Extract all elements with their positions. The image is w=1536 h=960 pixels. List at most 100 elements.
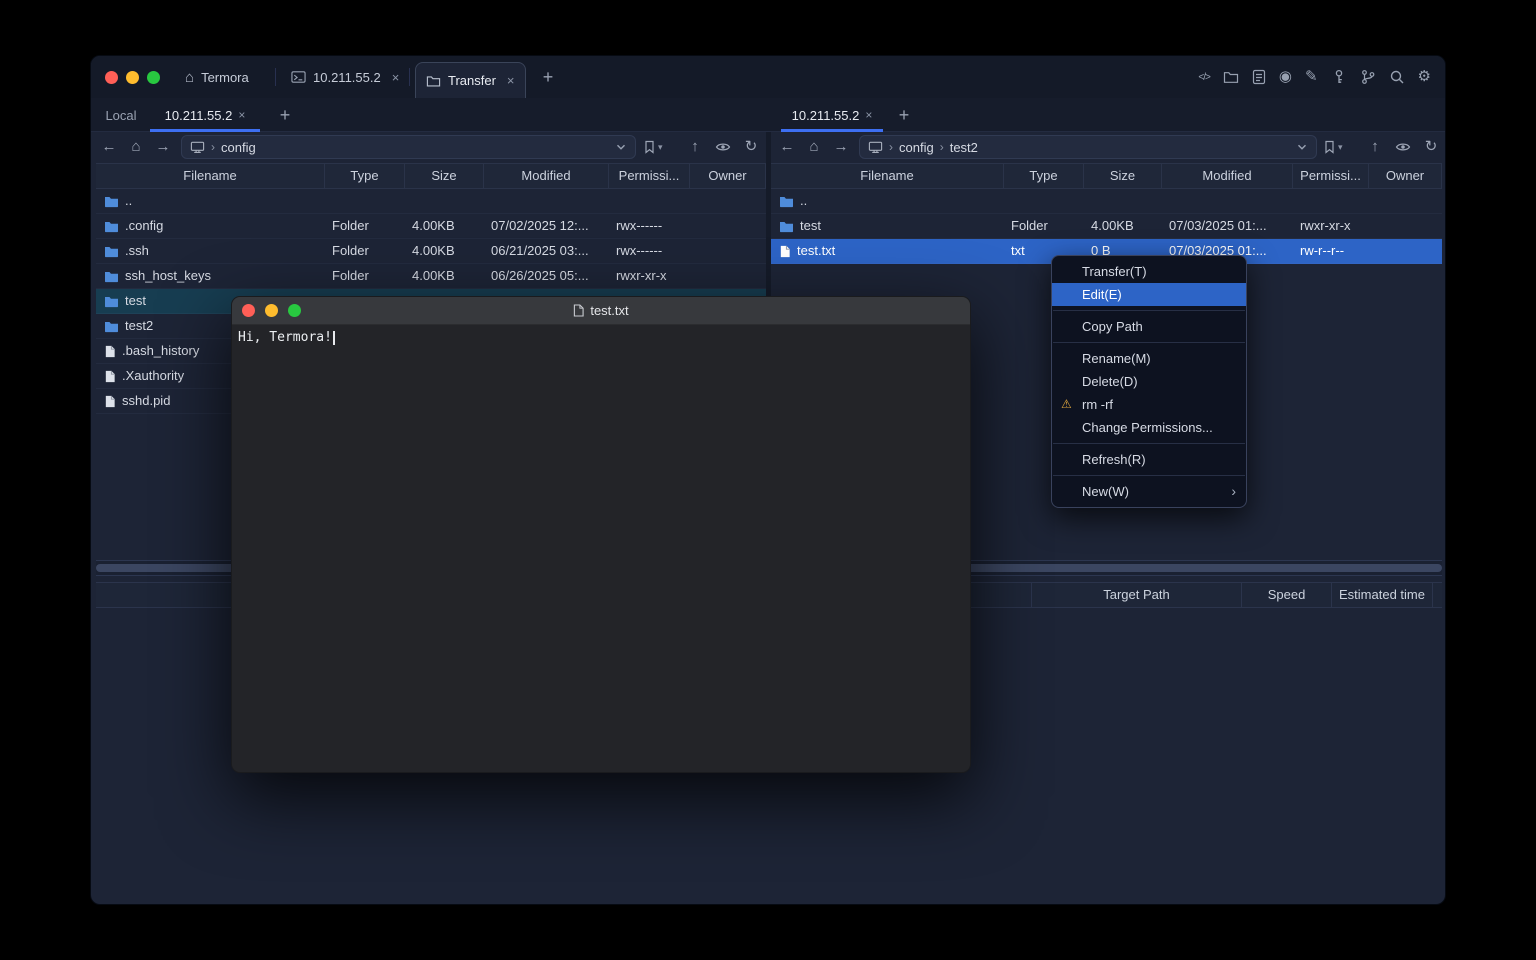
file-row[interactable]: .config Folder 4.00KB 07/02/2025 12:... …	[96, 214, 766, 239]
file-type: Folder	[325, 264, 405, 288]
file-modified: 07/02/2025 12:...	[484, 214, 609, 238]
tab-label: 10.211.55.2	[792, 108, 860, 123]
left-new-tab-button[interactable]: +	[273, 98, 297, 132]
bookmark-dropdown-icon[interactable]: ▾	[1338, 132, 1343, 162]
menu-item-rm-rf[interactable]: ⚠ rm -rf	[1052, 393, 1246, 416]
file-row[interactable]: test Folder 4.00KB 07/03/2025 01:... rwx…	[771, 214, 1442, 239]
menu-separator	[1053, 475, 1245, 476]
file-icon	[779, 245, 791, 258]
close-tab-icon[interactable]: ×	[507, 73, 515, 88]
file-owner	[690, 189, 766, 213]
file-modified: 07/03/2025 01:...	[1162, 214, 1293, 238]
window-zoom-button[interactable]	[147, 71, 160, 84]
column-header-modified[interactable]: Modified	[484, 164, 609, 188]
tab-left-session[interactable]: 10.211.55.2 ×	[148, 98, 262, 132]
menu-item-change-permissions[interactable]: Change Permissions...	[1052, 416, 1246, 439]
refresh-icon[interactable]: ↻	[1423, 132, 1439, 162]
back-icon[interactable]: ←	[779, 132, 795, 162]
new-tab-button[interactable]: +	[538, 67, 558, 87]
column-header-filename[interactable]: Filename	[96, 164, 325, 188]
bookmark-icon[interactable]	[1323, 140, 1336, 154]
key-icon[interactable]	[1331, 69, 1347, 85]
editor-content[interactable]: Hi, Termora!	[232, 325, 970, 772]
right-new-tab-button[interactable]: +	[892, 98, 916, 132]
column-header-owner[interactable]: Owner	[1369, 164, 1442, 188]
log-icon[interactable]	[1252, 69, 1266, 85]
column-header-modified[interactable]: Modified	[1162, 164, 1293, 188]
file-name: test	[800, 214, 821, 238]
file-owner	[1369, 239, 1442, 263]
menu-item-copy-path[interactable]: Copy Path	[1052, 315, 1246, 338]
plus-icon: +	[275, 105, 295, 125]
window-minimize-button[interactable]	[126, 71, 139, 84]
editor-close-button[interactable]	[242, 304, 255, 317]
column-header-type[interactable]: Type	[325, 164, 405, 188]
column-header-speed[interactable]: Speed	[1241, 583, 1331, 607]
column-header-permissions[interactable]: Permissi...	[609, 164, 690, 188]
window-close-button[interactable]	[105, 71, 118, 84]
menu-item-refresh[interactable]: Refresh(R)	[1052, 448, 1246, 471]
column-header-size[interactable]: Size	[1084, 164, 1162, 188]
menu-item-delete[interactable]: Delete(D)	[1052, 370, 1246, 393]
folder-icon	[104, 270, 119, 283]
forward-icon[interactable]: →	[833, 132, 849, 162]
file-row[interactable]: ..	[771, 189, 1442, 214]
search-icon[interactable]	[1389, 69, 1405, 85]
editor-window: test.txt Hi, Termora!	[231, 296, 971, 773]
home-icon[interactable]: ⌂	[806, 132, 822, 162]
up-directory-icon[interactable]: ↑	[1367, 132, 1383, 162]
file-size: 4.00KB	[1084, 214, 1162, 238]
file-row[interactable]: ssh_host_keys Folder 4.00KB 06/26/2025 0…	[96, 264, 766, 289]
column-header-owner[interactable]: Owner	[690, 164, 766, 188]
tab-termora[interactable]: ⌂ Termora	[175, 56, 259, 98]
column-header-type[interactable]: Type	[1004, 164, 1084, 188]
menu-item-edit[interactable]: Edit(E)	[1052, 283, 1246, 306]
path-segment[interactable]: test2	[950, 140, 978, 155]
tab-label: Termora	[201, 70, 249, 85]
tab-local[interactable]: Local	[96, 98, 146, 132]
file-name: ..	[800, 189, 807, 213]
gear-icon[interactable]: ⚙	[1418, 69, 1431, 85]
file-name: ssh_host_keys	[125, 264, 211, 288]
code-icon[interactable]: </>	[1198, 72, 1209, 83]
menu-separator	[1053, 310, 1245, 311]
pencil-icon[interactable]: ✎	[1305, 69, 1318, 85]
menu-separator	[1053, 342, 1245, 343]
chevron-down-icon[interactable]	[1296, 141, 1308, 153]
pane-tabstrip: Local 10.211.55.2 × + 10.211.55.2 × +	[91, 98, 1445, 132]
tab-transfer[interactable]: Transfer ×	[415, 62, 526, 98]
menu-item-rename[interactable]: Rename(M)	[1052, 347, 1246, 370]
menu-item-transfer[interactable]: Transfer(T)	[1052, 260, 1246, 283]
eye-icon[interactable]	[1395, 141, 1411, 153]
path-separator: ›	[940, 140, 944, 154]
editor-zoom-button[interactable]	[288, 304, 301, 317]
folder-icon	[104, 320, 119, 333]
file-name: .bash_history	[122, 339, 199, 363]
tab-session[interactable]: 10.211.55.2 ×	[281, 56, 409, 98]
column-header-target-path[interactable]: Target Path	[1031, 583, 1241, 607]
column-header-size[interactable]: Size	[405, 164, 484, 188]
file-modified: 06/26/2025 05:...	[484, 264, 609, 288]
file-row[interactable]: ..	[96, 189, 766, 214]
tab-separator	[409, 68, 410, 86]
close-tab-icon[interactable]: ×	[238, 108, 245, 122]
path-segment[interactable]: config	[899, 140, 934, 155]
file-row[interactable]: .ssh Folder 4.00KB 06/21/2025 03:... rwx…	[96, 239, 766, 264]
menu-item-label: rm -rf	[1082, 397, 1113, 412]
file-type: Folder	[1004, 214, 1084, 238]
editor-minimize-button[interactable]	[265, 304, 278, 317]
file-name: .config	[125, 214, 163, 238]
close-tab-icon[interactable]: ×	[865, 108, 872, 122]
editor-titlebar[interactable]: test.txt	[232, 297, 970, 325]
folder-icon[interactable]	[1223, 70, 1239, 84]
close-tab-icon[interactable]: ×	[392, 70, 400, 85]
path-field[interactable]: › config › test2	[859, 135, 1317, 159]
tab-right-session[interactable]: 10.211.55.2 ×	[779, 98, 885, 132]
menu-item-new[interactable]: New(W) ›	[1052, 480, 1246, 503]
column-header-estimated-time[interactable]: Estimated time	[1331, 583, 1433, 607]
column-header-permissions[interactable]: Permissi...	[1293, 164, 1369, 188]
titlebar: ⌂ Termora 10.211.55.2 × Transfer × + </>…	[91, 56, 1445, 98]
column-header-filename[interactable]: Filename	[771, 164, 1004, 188]
record-icon[interactable]: ◉	[1279, 69, 1292, 85]
branch-icon[interactable]	[1360, 69, 1376, 85]
